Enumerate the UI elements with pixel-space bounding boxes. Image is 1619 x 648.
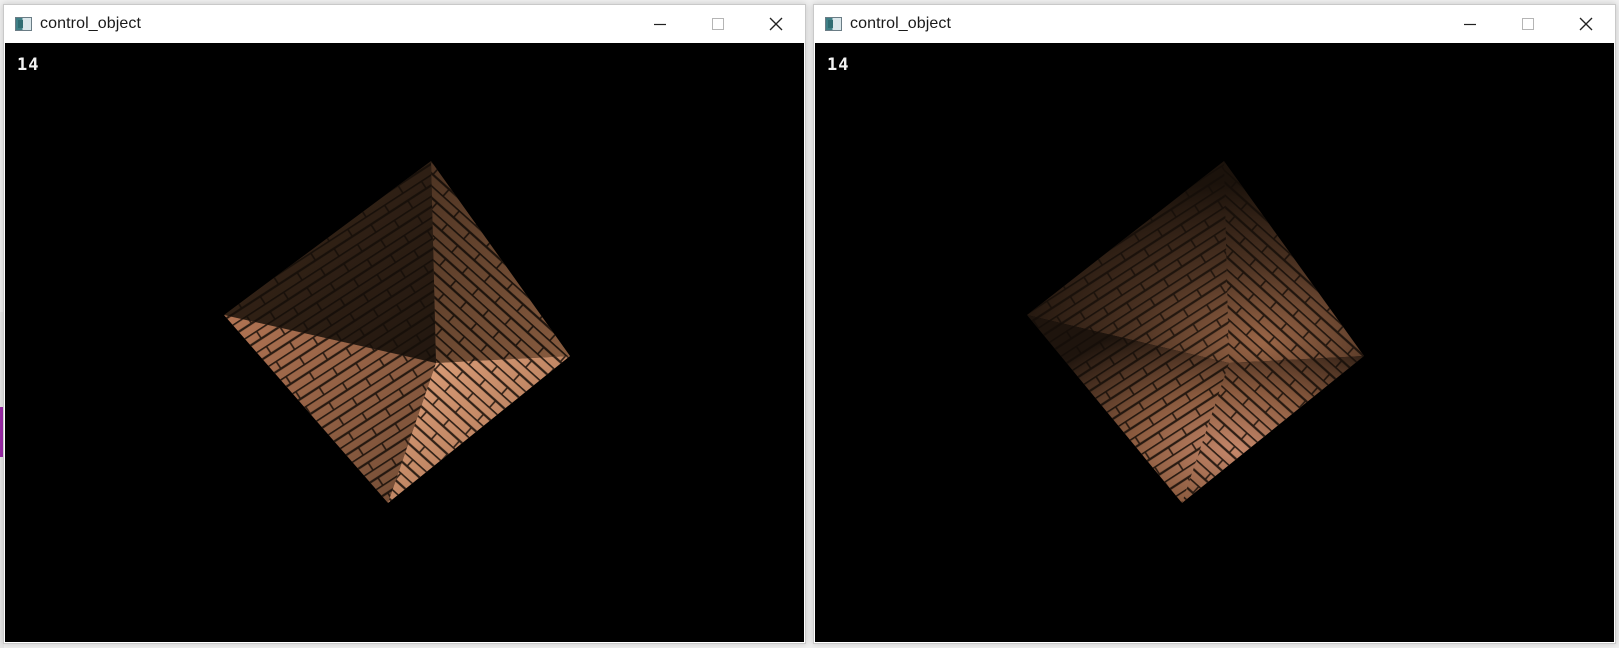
window-title: control_object [40, 15, 142, 32]
maximize-icon [1522, 18, 1534, 30]
window-right[interactable]: control_object 14 [813, 4, 1616, 644]
maximize-button[interactable] [689, 5, 747, 43]
app-icon[interactable] [825, 17, 842, 31]
octahedron-model [1027, 161, 1364, 503]
caption-buttons [1441, 5, 1615, 43]
octahedron-scene [224, 161, 570, 503]
render-viewport[interactable]: 14 [815, 43, 1614, 642]
minimize-button[interactable] [631, 5, 689, 43]
render-viewport[interactable]: 14 [5, 43, 804, 642]
close-icon [769, 17, 783, 31]
window-left[interactable]: control_object 14 [3, 4, 806, 644]
minimize-button[interactable] [1441, 5, 1499, 43]
octahedron-scene [1027, 161, 1364, 503]
close-button[interactable] [1557, 5, 1615, 43]
desktop: control_object 14 control_object 14 [0, 0, 1619, 648]
maximize-icon [712, 18, 724, 30]
close-button[interactable] [747, 5, 805, 43]
caption-buttons [631, 5, 805, 43]
minimize-icon [1464, 23, 1476, 26]
app-icon[interactable] [15, 17, 32, 31]
close-icon [1579, 17, 1593, 31]
octahedron-model [224, 161, 570, 503]
window-title: control_object [850, 15, 952, 32]
maximize-button[interactable] [1499, 5, 1557, 43]
title-bar[interactable]: control_object [814, 5, 1615, 43]
minimize-icon [654, 23, 666, 26]
title-bar[interactable]: control_object [4, 5, 805, 43]
